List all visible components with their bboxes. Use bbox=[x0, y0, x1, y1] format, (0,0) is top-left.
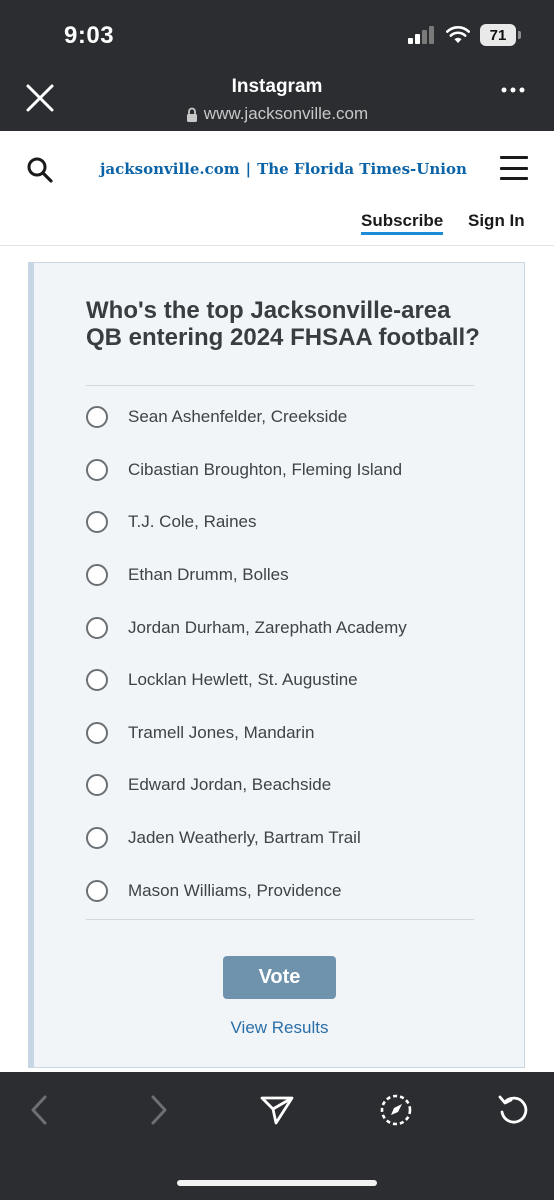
send-icon[interactable] bbox=[259, 1092, 295, 1128]
poll-option[interactable]: Cibastian Broughton, Fleming Island bbox=[86, 444, 486, 497]
search-icon[interactable] bbox=[26, 156, 54, 184]
poll-option[interactable]: Ethan Drumm, Bolles bbox=[86, 549, 486, 602]
wifi-icon bbox=[446, 26, 470, 43]
poll-option[interactable]: Locklan Hewlett, St. Augustine bbox=[86, 654, 486, 707]
site-domain: jacksonville.com bbox=[100, 160, 240, 178]
poll-option[interactable]: Edward Jordan, Beachside bbox=[86, 759, 486, 812]
poll-option[interactable]: Jaden Weatherly, Bartram Trail bbox=[86, 812, 486, 865]
option-label: Ethan Drumm, Bolles bbox=[128, 565, 289, 585]
battery-indicator: 71 bbox=[480, 24, 521, 46]
radio-button[interactable] bbox=[86, 406, 108, 429]
divider bbox=[86, 919, 474, 920]
site-header: jacksonville.com | The Florida Times-Union… bbox=[0, 131, 554, 246]
poll-option[interactable]: Tramell Jones, Mandarin bbox=[86, 707, 486, 760]
radio-button[interactable] bbox=[86, 827, 108, 850]
radio-button[interactable] bbox=[86, 616, 108, 639]
radio-button[interactable] bbox=[86, 511, 108, 534]
vote-button[interactable]: Vote bbox=[223, 956, 336, 999]
radio-button[interactable] bbox=[86, 669, 108, 692]
reload-icon[interactable] bbox=[496, 1092, 532, 1128]
divider bbox=[86, 385, 474, 386]
site-brand[interactable]: jacksonville.com | The Florida Times-Union bbox=[100, 160, 467, 178]
subscribe-link[interactable]: Subscribe bbox=[361, 211, 444, 235]
radio-button[interactable] bbox=[86, 879, 108, 902]
radio-button[interactable] bbox=[86, 458, 108, 481]
radio-button[interactable] bbox=[86, 721, 108, 744]
browser-chrome-top: 9:03 71 Instagram www.jacksonville.com bbox=[0, 0, 554, 131]
option-label: Sean Ashenfelder, Creekside bbox=[128, 407, 348, 427]
browser-toolbar bbox=[0, 1072, 554, 1200]
poll-question: Who's the top Jacksonville-area QB enter… bbox=[86, 297, 480, 351]
option-label: Edward Jordan, Beachside bbox=[128, 775, 332, 795]
poll-option[interactable]: Sean Ashenfelder, Creekside bbox=[86, 391, 486, 444]
site-publication: The Florida Times-Union bbox=[257, 160, 467, 178]
brand-separator: | bbox=[245, 160, 252, 178]
status-time: 9:03 bbox=[64, 22, 115, 49]
more-icon[interactable] bbox=[500, 86, 526, 94]
hamburger-menu-icon[interactable] bbox=[500, 156, 528, 180]
option-label: Tramell Jones, Mandarin bbox=[128, 722, 315, 742]
status-icons: 71 bbox=[408, 24, 521, 46]
sign-in-link[interactable]: Sign In bbox=[468, 211, 525, 231]
home-indicator bbox=[177, 1180, 377, 1186]
poll-option[interactable]: Jordan Durham, Zarephath Academy bbox=[86, 601, 486, 654]
view-results-link[interactable]: View Results bbox=[34, 1018, 525, 1038]
browser-url[interactable]: www.jacksonville.com bbox=[0, 104, 554, 124]
chevron-right-icon[interactable] bbox=[140, 1092, 176, 1128]
browser-title: Instagram bbox=[231, 76, 323, 97]
signal-icon bbox=[408, 26, 434, 44]
radio-button[interactable] bbox=[86, 774, 108, 797]
option-label: T.J. Cole, Raines bbox=[128, 512, 257, 532]
option-label: Mason Williams, Providence bbox=[128, 880, 342, 900]
url-text: www.jacksonville.com bbox=[203, 104, 369, 123]
poll-option[interactable]: T.J. Cole, Raines bbox=[86, 496, 486, 549]
poll-option[interactable]: Mason Williams, Providence bbox=[86, 864, 486, 917]
compass-icon[interactable] bbox=[378, 1092, 414, 1128]
option-label: Jaden Weatherly, Bartram Trail bbox=[128, 828, 361, 848]
poll-options: Sean Ashenfelder, Creekside Cibastian Br… bbox=[86, 391, 486, 917]
chevron-left-icon[interactable] bbox=[22, 1092, 58, 1128]
poll-card: Who's the top Jacksonville-area QB enter… bbox=[28, 262, 525, 1068]
lock-icon bbox=[186, 107, 197, 122]
option-label: Jordan Durham, Zarephath Academy bbox=[128, 617, 407, 637]
option-label: Cibastian Broughton, Fleming Island bbox=[128, 459, 403, 479]
option-label: Locklan Hewlett, St. Augustine bbox=[128, 670, 358, 690]
radio-button[interactable] bbox=[86, 564, 108, 587]
